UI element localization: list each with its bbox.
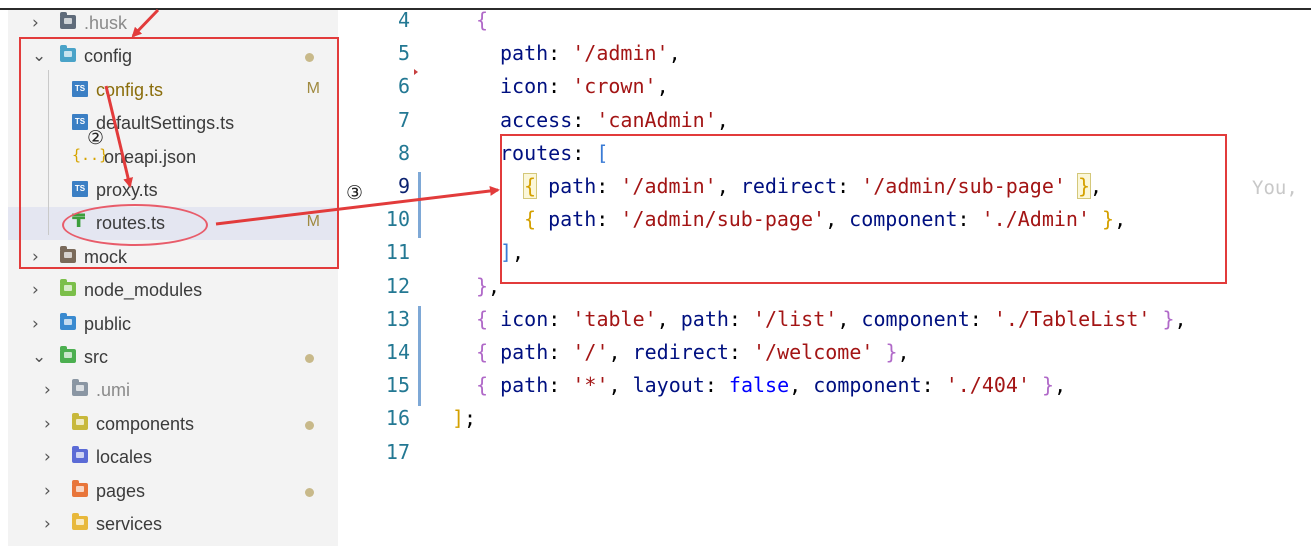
arrow-2 [104,85,133,188]
arrow-1 [131,8,160,38]
arrow-3 [215,185,500,226]
annotation-arrows [104,8,500,226]
